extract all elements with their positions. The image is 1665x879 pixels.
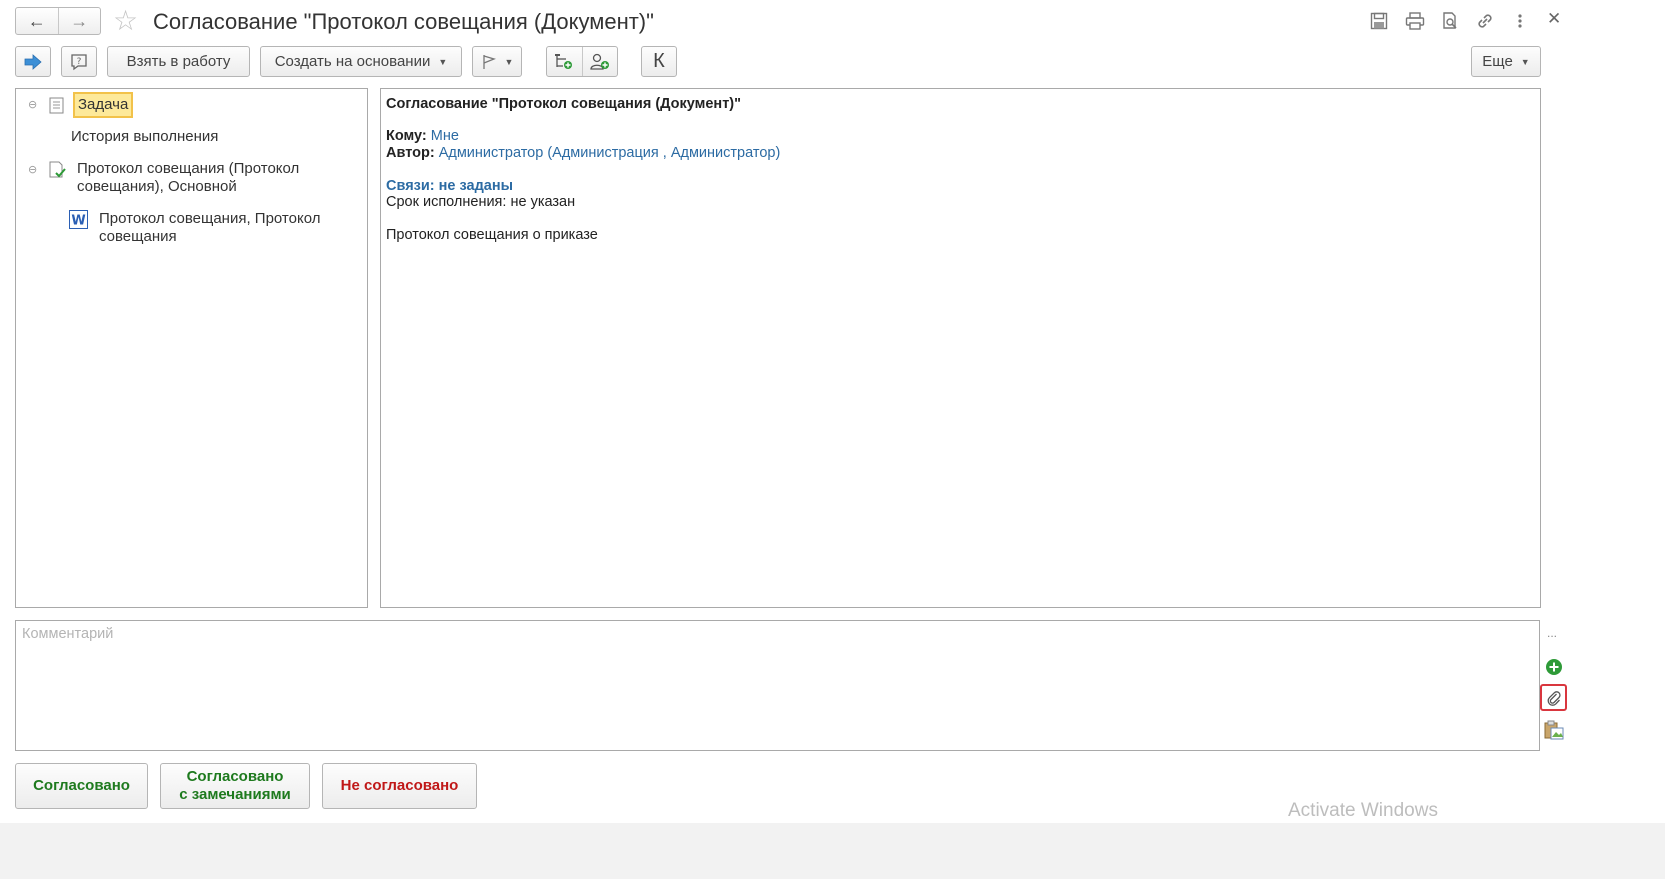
arrow-left-icon: ←: [27, 10, 46, 31]
attach-file-button[interactable]: [1540, 684, 1567, 711]
preview-icon[interactable]: [1439, 10, 1461, 32]
collapse-toggle-icon[interactable]: ⊖: [28, 98, 37, 111]
take-to-work-button[interactable]: Взять в работу: [107, 46, 250, 77]
flag-icon: [482, 54, 496, 69]
back-button[interactable]: ←: [16, 8, 58, 34]
question-icon: ?: [71, 53, 87, 70]
window-bottom-strip: [0, 823, 1665, 879]
create-based-on-button[interactable]: Создать на основании ▼: [260, 46, 462, 77]
approve-with-remarks-line1: Согласовано: [186, 768, 284, 785]
more-vertical-icon[interactable]: [1509, 10, 1531, 32]
close-icon[interactable]: ✕: [1547, 9, 1561, 29]
activate-windows-watermark: Activate Windows: [1288, 800, 1438, 821]
task-document-icon: [49, 97, 64, 114]
author-label: Автор:: [386, 145, 435, 161]
document-approved-icon: [49, 161, 66, 178]
task-details-panel: Согласование "Протокол совещания (Докуме…: [380, 88, 1541, 608]
to-row: Кому: Мне: [386, 128, 459, 145]
plus-circle-icon: [1546, 659, 1562, 675]
approve-with-remarks-line2: с замечаниями: [179, 786, 291, 803]
help-question-button[interactable]: ?: [61, 46, 97, 77]
link-icon[interactable]: [1474, 10, 1496, 32]
tree-add-icon: [555, 53, 573, 69]
tree-item-task[interactable]: Задача: [73, 92, 134, 118]
deadline-value: не указан: [510, 194, 576, 210]
collapse-toggle-icon[interactable]: ⊖: [28, 163, 37, 176]
task-tools-group: [546, 46, 618, 77]
comment-field[interactable]: Комментарий: [15, 620, 1540, 751]
favorite-star-icon[interactable]: ☆: [113, 6, 138, 36]
task-tree-panel: ⊖ Задача История выполнения ⊖ Протокол с…: [15, 88, 368, 608]
paste-from-clipboard-button[interactable]: [1543, 719, 1565, 741]
add-performer-button[interactable]: [581, 47, 618, 76]
deadline-label: Срок исполнения:: [386, 194, 507, 210]
clipboard-image-icon: [1544, 720, 1564, 740]
user-add-icon: [590, 53, 609, 70]
author-row: Автор: Администратор (Администрация , Ад…: [386, 145, 780, 162]
comment-more-button[interactable]: ...: [1547, 626, 1557, 640]
caret-down-icon: ▼: [1520, 56, 1530, 67]
links-link[interactable]: Связи: не заданы: [386, 178, 513, 195]
word-file-icon: W: [69, 210, 88, 229]
tree-item-protocol-file[interactable]: Протокол совещания, Протокол совещания: [99, 210, 349, 246]
to-link[interactable]: Мне: [431, 128, 459, 144]
deadline-row: Срок исполнения: не указан: [386, 194, 575, 211]
paperclip-icon: [1547, 690, 1561, 706]
forward-button[interactable]: →: [57, 8, 101, 34]
create-based-on-label: Создать на основании: [274, 53, 431, 70]
flag-dropdown-button[interactable]: ▼: [472, 46, 522, 77]
approve-button[interactable]: Согласовано: [15, 763, 148, 809]
to-label: Кому:: [386, 128, 427, 144]
more-label: Еще: [1482, 53, 1513, 70]
more-dropdown-button[interactable]: Еще ▼: [1471, 46, 1541, 77]
task-description: Протокол совещания о приказе: [386, 227, 598, 243]
print-icon[interactable]: [1404, 10, 1426, 32]
subtask-button[interactable]: [547, 47, 582, 76]
svg-text:W: W: [71, 214, 85, 229]
arrow-right-icon: →: [70, 10, 89, 31]
comment-placeholder: Комментарий: [22, 626, 114, 642]
arrow-right-blue-icon: [24, 53, 42, 70]
tree-item-protocol-document[interactable]: Протокол совещания (Протокол совещания),…: [77, 160, 347, 196]
svg-text:?: ?: [77, 57, 82, 67]
history-nav: ← →: [15, 7, 101, 35]
details-heading: Согласование "Протокол совещания (Докуме…: [386, 96, 741, 112]
author-link[interactable]: Администратор (Администрация , Администр…: [439, 145, 781, 161]
caret-down-icon: ▼: [438, 56, 448, 67]
caret-down-icon: ▼: [504, 56, 514, 67]
save-icon[interactable]: [1368, 10, 1390, 32]
window-title: Согласование "Протокол совещания (Докуме…: [153, 9, 654, 34]
approve-with-remarks-button[interactable]: Согласовано с замечаниями: [160, 763, 310, 809]
k-button[interactable]: К: [641, 46, 677, 77]
reject-button[interactable]: Не согласовано: [322, 763, 477, 809]
tree-item-history[interactable]: История выполнения: [71, 128, 218, 146]
add-comment-button[interactable]: [1543, 656, 1565, 678]
start-execution-button[interactable]: [15, 46, 51, 77]
